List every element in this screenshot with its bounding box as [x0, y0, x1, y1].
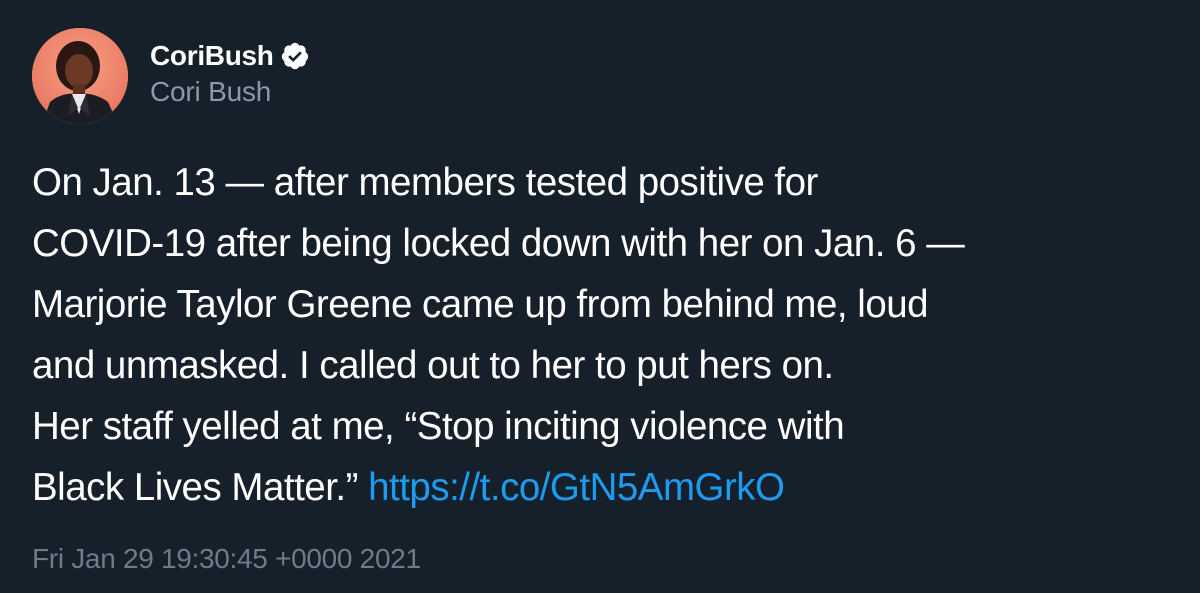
- avatar[interactable]: [32, 28, 128, 124]
- tweet-text-line: and unmasked. I called out to her to put…: [32, 344, 834, 387]
- display-name[interactable]: CoriBush: [150, 40, 274, 72]
- tweet-text: On Jan. 13 — after members tested positi…: [32, 152, 1172, 518]
- verified-badge-icon: [280, 41, 310, 71]
- tweet-text-line: On Jan. 13 — after members tested positi…: [32, 161, 818, 204]
- profile-photo: [32, 28, 128, 124]
- display-name-row: CoriBush: [150, 38, 310, 74]
- tweet-text-last-line: Black Lives Matter.” https://t.co/GtN5Am…: [32, 457, 1172, 518]
- tweet-text-line: Black Lives Matter.”: [32, 466, 358, 509]
- author-handle[interactable]: Cori Bush: [150, 76, 310, 108]
- tweet-card: CoriBush Cori Bush On Jan. 13 — after me…: [0, 0, 1200, 593]
- author-block: CoriBush Cori Bush: [150, 38, 310, 108]
- tweet-link[interactable]: https://t.co/GtN5AmGrkO: [368, 466, 785, 509]
- tweet-text-line: COVID-19 after being locked down with he…: [32, 222, 965, 265]
- tweet-text-line: Her staff yelled at me, “Stop inciting v…: [32, 405, 845, 448]
- tweet-timestamp[interactable]: Fri Jan 29 19:30:45 +0000 2021: [32, 543, 421, 575]
- tweet-text-line: Marjorie Taylor Greene came up from behi…: [32, 283, 929, 326]
